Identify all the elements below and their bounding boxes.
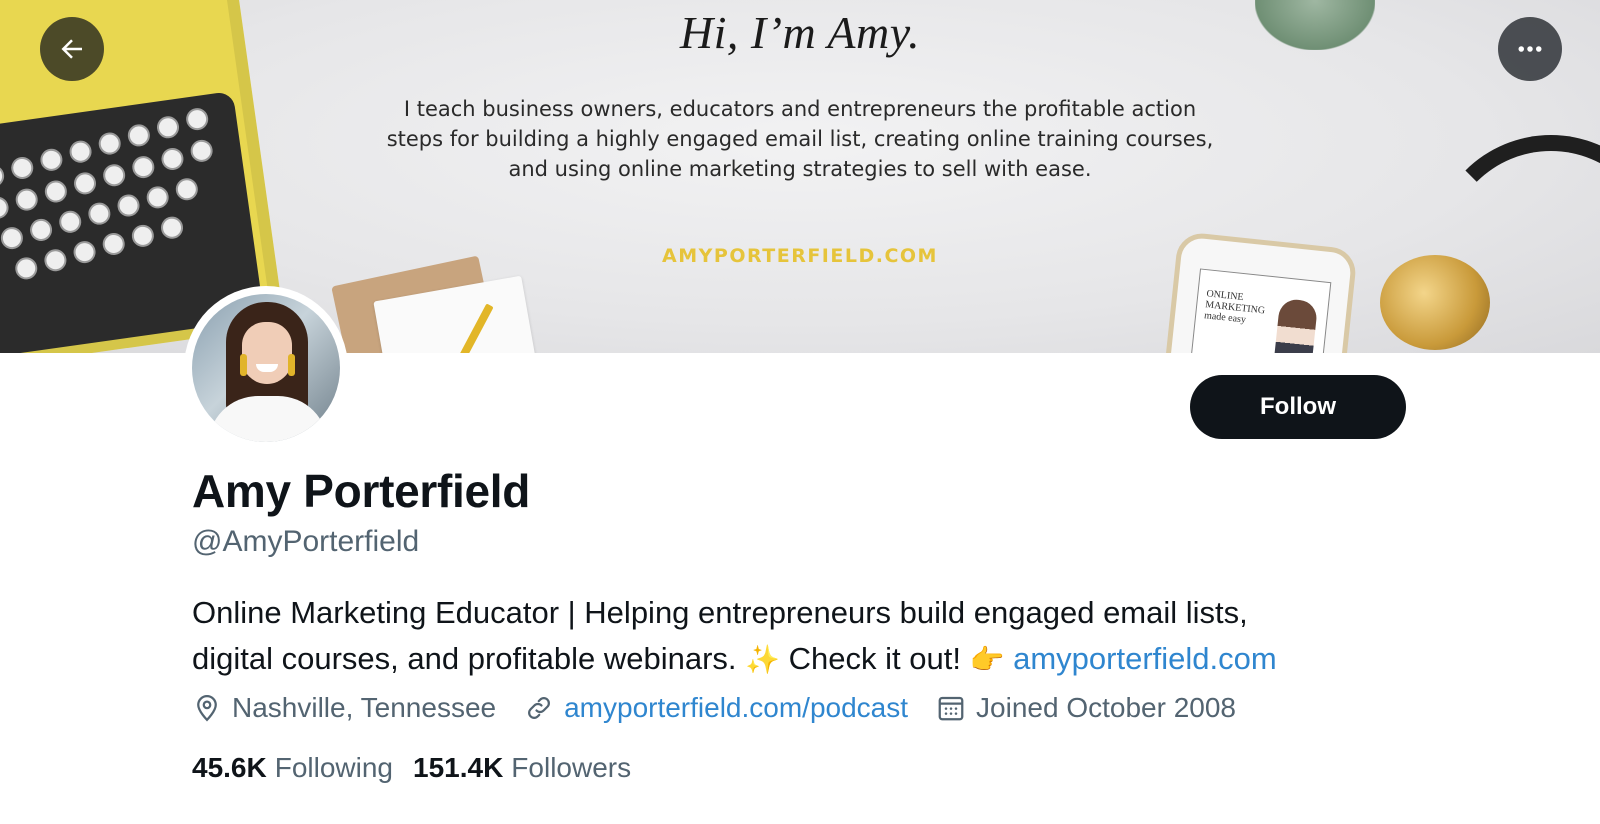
joined-item: Joined October 2008	[936, 692, 1236, 724]
pointing-emoji: 👉	[969, 643, 1005, 676]
bio-cta: Check it out!	[788, 641, 961, 676]
profile-page: Hi, I’m Amy. I teach business owners, ed…	[0, 0, 1600, 824]
bio-text: digital courses, and profitable webinars…	[192, 641, 737, 676]
banner-text-line: steps for building a highly engaged emai…	[386, 127, 1214, 151]
avatar[interactable]	[184, 286, 348, 450]
profile-name: Amy Porterfield	[192, 465, 531, 517]
more-options-button[interactable]	[1498, 17, 1562, 81]
profile-stats: 45.6K Following 151.4K Followers	[192, 752, 651, 784]
followers-label: Followers	[511, 752, 632, 783]
follow-button[interactable]: Follow	[1190, 375, 1406, 439]
headphones-cup	[1380, 255, 1490, 350]
avatar-photo	[192, 294, 340, 442]
followers-count: 151.4K	[413, 752, 504, 783]
phone-illustration: ONLINE MARKETING made easy	[1162, 231, 1358, 353]
location-text: Nashville, Tennessee	[232, 692, 497, 723]
banner-text-line: I teach business owners, educators and e…	[403, 97, 1197, 121]
joined-text: Joined October 2008	[976, 692, 1236, 723]
banner-text-line: and using online marketing strategies to…	[508, 157, 1092, 181]
phone-text: ONLINE MARKETING made easy	[1203, 288, 1266, 326]
banner-text: I teach business owners, educators and e…	[330, 94, 1270, 184]
ellipsis-icon	[1518, 46, 1542, 52]
profile-bio: Online Marketing Educator | Helping entr…	[192, 590, 1442, 683]
profile-handle: @AmyPorterfield	[192, 525, 420, 558]
banner-site: AMYPORTERFIELD.COM	[662, 245, 938, 267]
location-pin-icon	[197, 694, 217, 722]
calendar-icon	[938, 696, 964, 721]
arrow-left-icon	[61, 39, 82, 59]
profile-meta: Nashville, Tennessee amyporterfield.com/…	[192, 692, 1264, 724]
sparkles-emoji: ✨	[745, 643, 781, 676]
back-button[interactable]	[40, 17, 104, 81]
bio-line-2: digital courses, and profitable webinars…	[192, 636, 1442, 683]
following-label: Following	[274, 752, 393, 783]
bio-website-link[interactable]: amyporterfield.com	[1013, 641, 1277, 676]
following-stat[interactable]: 45.6K Following	[192, 752, 393, 784]
following-count: 45.6K	[192, 752, 267, 783]
followers-stat[interactable]: 151.4K Followers	[413, 752, 631, 784]
banner-title: Hi, I’m Amy.	[679, 7, 921, 58]
link-icon	[528, 697, 551, 719]
website-item: amyporterfield.com/podcast	[524, 692, 908, 724]
website-link[interactable]: amyporterfield.com/podcast	[564, 692, 908, 724]
phone-screen: ONLINE MARKETING made easy	[1188, 268, 1332, 353]
phone-person	[1272, 298, 1319, 353]
bio-line-1: Online Marketing Educator | Helping entr…	[192, 595, 1248, 630]
location-item: Nashville, Tennessee	[192, 692, 496, 724]
